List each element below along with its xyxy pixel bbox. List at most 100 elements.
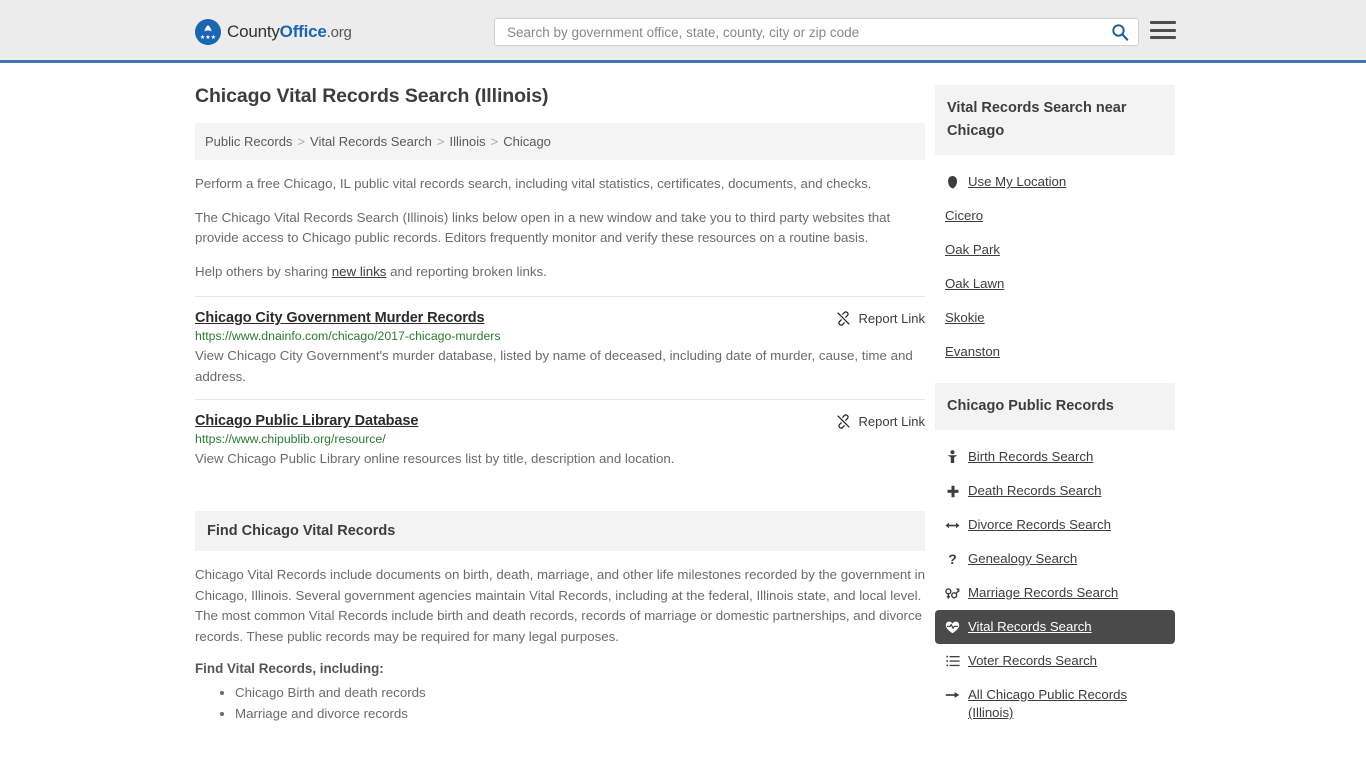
sidebar-item-label: Use My Location [968, 174, 1067, 189]
report-link-label: Report Link [858, 311, 925, 326]
report-link-button[interactable]: Report Link [836, 413, 925, 429]
sidebar-item-label: All Chicago Public Records (Illinois) [968, 687, 1128, 720]
list-item: Marriage and divorce records [235, 703, 925, 724]
sidebar-item-label: Evanston [945, 344, 1000, 359]
intro-p3-before: Help others by sharing [195, 264, 332, 279]
result-title-link[interactable]: Chicago City Government Murder Records [195, 310, 485, 326]
sidebar-item-label: Voter Records Search [968, 653, 1098, 668]
brand-part-tld: .org [326, 24, 352, 41]
breadcrumb-item-public-records[interactable]: Public Records [205, 134, 292, 149]
intro-paragraph-1: Perform a free Chicago, IL public vital … [195, 176, 872, 191]
sidebar-item-death-records-search[interactable]: Death Records Search [935, 474, 1175, 508]
list-item: Chicago Birth and death records [235, 682, 925, 703]
arrow-right-glyph [945, 692, 960, 698]
report-link-button[interactable]: Report Link [836, 310, 925, 326]
result-item: Chicago Public Library Database Report L… [195, 399, 925, 481]
sidebar-item-label: Death Records Search [968, 483, 1102, 498]
breadcrumb-item-vital-records-search[interactable]: Vital Records Search [310, 134, 432, 149]
breadcrumb-item-illinois[interactable]: Illinois [450, 134, 486, 149]
sidebar-item-voter-records-search[interactable]: Voter Records Search [935, 644, 1175, 678]
sidebar-item-all-chicago-public-records[interactable]: All Chicago Public Records (Illinois) [935, 678, 1175, 730]
hamburger-menu-icon[interactable] [1150, 19, 1176, 41]
cross-glyph [947, 485, 958, 497]
sidebar-item-label: Birth Records Search [968, 449, 1094, 464]
result-header: Chicago City Government Murder Records R… [195, 310, 925, 326]
sidebar-item-vital-records-search[interactable]: Vital Records Search [935, 610, 1175, 644]
nearby-list: Use My Location Cicero Oak Park Oak Lawn… [935, 165, 1175, 369]
brand-part-office: Office [279, 22, 327, 41]
result-title-link[interactable]: Chicago Public Library Database [195, 413, 418, 429]
sidebar-item-genealogy-search[interactable]: ? Genealogy Search [935, 542, 1175, 576]
find-records-heading: Find Chicago Vital Records [207, 523, 396, 539]
sidebar-item-label: Skokie [945, 310, 985, 325]
intro-text: Perform a free Chicago, IL public vital … [195, 174, 925, 282]
search-icon [1112, 24, 1129, 41]
sidebar-item-label: Genealogy Search [968, 551, 1078, 566]
list-glyph [945, 655, 960, 667]
venus-mars-icon [945, 584, 960, 602]
breadcrumb-separator: > [297, 134, 306, 149]
sidebar-item-label: Divorce Records Search [968, 517, 1111, 532]
result-url: https://www.chipublib.org/resource/ [195, 432, 386, 446]
breadcrumb: Public Records > Vital Records Search > Illi… [195, 123, 925, 160]
cross-icon [945, 482, 960, 500]
nearby-panel-heading: Vital Records Search near Chicago [947, 100, 1127, 139]
list-ordered-icon [945, 652, 960, 670]
hamburger-bar [1150, 21, 1176, 24]
search-bar[interactable] [494, 18, 1139, 46]
page-title: Chicago Vital Records Search (Illinois) [195, 85, 549, 107]
arrows-left-right-icon [945, 516, 960, 534]
result-item: Chicago City Government Murder Records R… [195, 296, 925, 399]
sidebar-item-oak-park[interactable]: Oak Park [935, 233, 1175, 267]
venus-mars-glyph [945, 587, 960, 599]
sidebar-item-birth-records-search[interactable]: Birth Records Search [935, 440, 1175, 474]
baby-glyph [947, 450, 958, 463]
sidebar-item-oak-lawn[interactable]: Oak Lawn [935, 267, 1175, 301]
eagle-glyph [204, 25, 212, 32]
arrows-glyph [945, 522, 960, 528]
baby-icon [945, 448, 960, 466]
intro-paragraph-2: The Chicago Vital Records Search (Illino… [195, 210, 891, 245]
sidebar-item-use-my-location[interactable]: Use My Location [935, 165, 1175, 199]
sidebar-item-skokie[interactable]: Skokie [935, 301, 1175, 335]
sidebar-item-divorce-records-search[interactable]: Divorce Records Search [935, 508, 1175, 542]
find-records-list-heading: Find Vital Records, including: [195, 661, 384, 676]
county-office-eagle-icon: ★★★ [195, 19, 221, 45]
nearby-panel-header: Vital Records Search near Chicago [935, 85, 1175, 155]
brand-wordmark: CountyOffice.org [227, 22, 352, 42]
site-header: ★★★ CountyOffice.org [0, 0, 1366, 63]
arrow-right-icon [945, 686, 960, 704]
sidebar-item-label: Cicero [945, 208, 984, 223]
question-mark-icon: ? [948, 551, 957, 567]
sidebar-item-label: Marriage Records Search [968, 585, 1119, 600]
broken-link-icon [836, 414, 850, 429]
brand-part-county: County [227, 22, 280, 41]
find-records-section-body: Chicago Vital Records include documents … [195, 551, 925, 724]
public-records-panel-heading: Chicago Public Records [947, 398, 1114, 414]
sidebar-item-evanston[interactable]: Evanston [935, 335, 1175, 369]
intro-paragraph-3: Help others by sharing new links and rep… [195, 262, 925, 282]
intro-p3-after: and reporting broken links. [386, 264, 547, 279]
sidebar-item-marriage-records-search[interactable]: Marriage Records Search [935, 576, 1175, 610]
result-description: View Chicago City Government's murder da… [195, 348, 913, 384]
search-button[interactable] [1102, 19, 1138, 45]
sidebar-item-cicero[interactable]: Cicero [935, 199, 1175, 233]
breadcrumb-item-chicago[interactable]: Chicago [503, 134, 551, 149]
find-records-section-header: Find Chicago Vital Records [195, 511, 925, 551]
heart-pulse-icon [945, 618, 960, 636]
public-records-list: Birth Records Search Death Records Searc… [935, 440, 1175, 730]
main-content: Chicago Vital Records Search (Illinois) … [195, 85, 925, 724]
search-input[interactable] [495, 19, 1102, 45]
new-links-link[interactable]: new links [332, 264, 387, 279]
site-logo[interactable]: ★★★ CountyOffice.org [195, 19, 352, 45]
hamburger-bar [1150, 28, 1176, 32]
sidebar-item-label: Oak Lawn [945, 276, 1005, 291]
broken-link-icon [836, 311, 850, 326]
map-pin-icon [945, 173, 960, 191]
sidebar-item-label: Oak Park [945, 242, 1000, 257]
sidebar: Vital Records Search near Chicago Use My… [935, 85, 1175, 730]
find-records-body-text: Chicago Vital Records include documents … [195, 567, 926, 644]
result-header: Chicago Public Library Database Report L… [195, 413, 925, 429]
result-url: https://www.dnainfo.com/chicago/2017-chi… [195, 329, 501, 343]
public-records-panel-header: Chicago Public Records [935, 383, 1175, 430]
